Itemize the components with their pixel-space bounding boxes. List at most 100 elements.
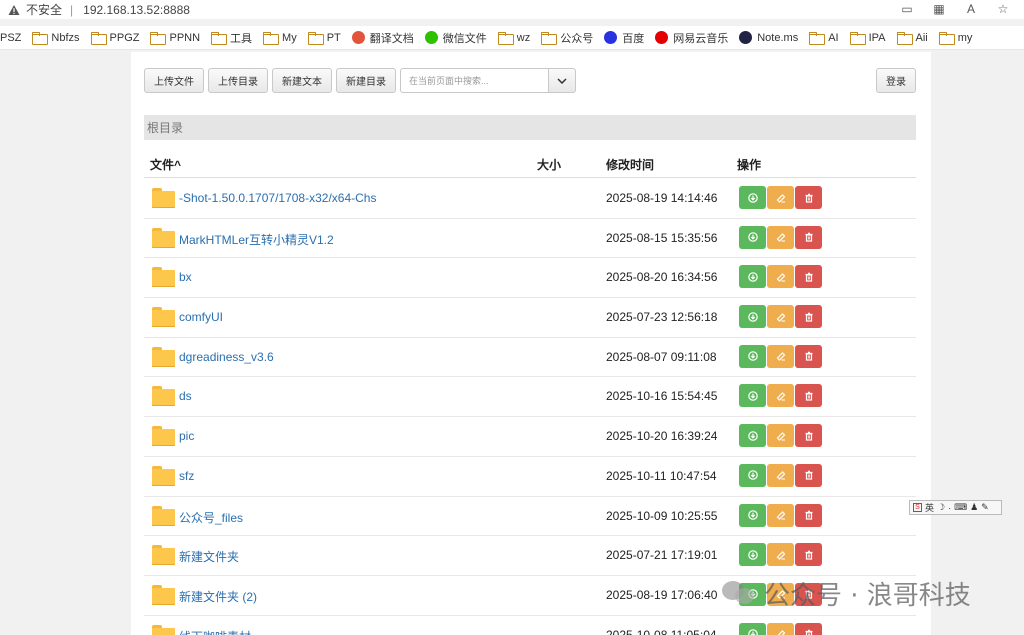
bookmark-item[interactable]: Aii (896, 32, 928, 45)
bookmark-item[interactable]: 微信文件 (424, 30, 487, 46)
folder-icon[interactable] (152, 505, 175, 526)
file-column-header[interactable]: 文件^ (150, 156, 181, 173)
search-input[interactable]: 在当前页面中搜索... (400, 68, 548, 93)
rename-button[interactable] (767, 384, 794, 408)
download-button[interactable] (739, 225, 766, 249)
bookmark-item[interactable]: PPNN (150, 32, 200, 45)
url-text[interactable]: 192.168.13.52:8888 (83, 3, 190, 17)
delete-button[interactable] (795, 384, 822, 408)
rename-button[interactable] (767, 424, 794, 448)
delete-button[interactable] (795, 265, 822, 289)
address-bar[interactable]: 不安全 | 192.168.13.52:8888 ▭ ▦ A ☆ (0, 0, 1024, 19)
search-dropdown-button[interactable] (548, 68, 576, 93)
folder-name-link[interactable]: 公众号_files (179, 509, 243, 526)
folder-name-link[interactable]: 新建文件夹 (2) (179, 588, 257, 605)
folder-name-link[interactable]: MarkHTMLer互转小精灵V1.2 (179, 231, 334, 248)
modified-column-header[interactable]: 修改时间 (606, 156, 654, 173)
folder-icon[interactable] (152, 267, 175, 288)
insecure-label[interactable]: 不安全 (26, 1, 62, 18)
new-text-button[interactable]: 新建文本 (272, 68, 332, 93)
rename-button[interactable] (767, 344, 794, 368)
download-button[interactable] (739, 305, 766, 329)
folder-icon[interactable] (152, 346, 175, 367)
folder-icon[interactable] (152, 307, 175, 328)
delete-button[interactable] (795, 543, 822, 567)
download-button[interactable] (739, 384, 766, 408)
download-button[interactable] (739, 424, 766, 448)
punctuation-icon[interactable]: · (948, 503, 951, 513)
bookmark-item[interactable]: 工具 (211, 30, 252, 46)
warning-icon[interactable] (8, 4, 20, 16)
bookmark-item[interactable]: AI (809, 32, 839, 45)
favorite-star-icon[interactable]: ☆ (996, 2, 1010, 16)
bookmark-item[interactable]: PT (307, 32, 341, 45)
folder-name-link[interactable]: comfyUI (179, 310, 223, 324)
rename-button[interactable] (767, 503, 794, 527)
ime-language-label[interactable]: 英 (925, 501, 934, 514)
wrench-icon[interactable]: ✎ (981, 502, 989, 513)
download-button[interactable] (739, 344, 766, 368)
delete-button[interactable] (795, 503, 822, 527)
bookmark-item[interactable]: 百度 (604, 30, 644, 46)
download-button[interactable] (739, 622, 766, 635)
breadcrumb[interactable]: 根目录 (144, 115, 916, 140)
folder-icon[interactable] (152, 584, 175, 605)
bookmark-item[interactable]: My (263, 32, 297, 45)
bookmark-item[interactable]: wz (497, 32, 530, 45)
delete-button[interactable] (795, 424, 822, 448)
rename-button[interactable] (767, 225, 794, 249)
folder-name-link[interactable]: dgreadiness_v3.6 (179, 350, 274, 364)
folder-icon[interactable] (152, 386, 175, 407)
rename-button[interactable] (767, 622, 794, 635)
folder-name-link[interactable]: sfz (179, 469, 194, 483)
rename-button[interactable] (767, 463, 794, 487)
bookmark-item[interactable]: my (938, 32, 972, 45)
delete-button[interactable] (795, 186, 822, 209)
size-column-header[interactable]: 大小 (537, 156, 561, 173)
apps-grid-icon[interactable]: ▦ (932, 2, 946, 16)
download-button[interactable] (739, 463, 766, 487)
rename-button[interactable] (767, 305, 794, 329)
download-button[interactable] (739, 543, 766, 567)
delete-button[interactable] (795, 225, 822, 249)
folder-name-link[interactable]: bx (179, 270, 192, 284)
user-icon[interactable]: ♟ (970, 502, 978, 513)
reader-mode-icon[interactable]: ▭ (900, 2, 914, 16)
delete-button[interactable] (795, 622, 822, 635)
delete-button[interactable] (795, 344, 822, 368)
bookmark-item[interactable]: 公众号 (541, 30, 593, 46)
rename-button[interactable] (767, 543, 794, 567)
delete-button[interactable] (795, 305, 822, 329)
folder-name-link[interactable]: pic (179, 429, 194, 443)
upload-file-button[interactable]: 上传文件 (144, 68, 204, 93)
bookmark-item[interactable]: PPGZ (90, 32, 139, 45)
rename-button[interactable] (767, 186, 794, 209)
folder-name-link[interactable]: 线下咖啡素材 (179, 628, 251, 635)
folder-icon[interactable] (152, 624, 175, 635)
delete-button[interactable] (795, 463, 822, 487)
folder-name-link[interactable]: 新建文件夹 (179, 548, 239, 565)
bookmark-item[interactable]: Nbfzs (32, 32, 80, 45)
download-button[interactable] (739, 265, 766, 289)
folder-icon[interactable] (152, 465, 175, 486)
folder-icon[interactable] (152, 426, 175, 447)
keyboard-icon[interactable]: ⌨ (954, 502, 967, 513)
download-button[interactable] (739, 186, 766, 209)
download-button[interactable] (739, 503, 766, 527)
moon-icon[interactable]: ☽ (937, 502, 945, 513)
folder-icon[interactable] (152, 545, 175, 566)
new-directory-button[interactable]: 新建目录 (336, 68, 396, 93)
bookmark-item[interactable]: 网易云音乐 (655, 30, 728, 46)
bookmark-item[interactable]: IPA (849, 32, 886, 45)
rename-button[interactable] (767, 265, 794, 289)
ime-toolbar[interactable]: S 英 ☽ · ⌨ ♟ ✎ (909, 500, 1002, 515)
read-aloud-icon[interactable]: A (964, 2, 978, 16)
bookmark-item[interactable]: PSZ (0, 32, 21, 44)
bookmark-item[interactable]: Note.ms (739, 31, 798, 44)
bookmark-item[interactable]: 翻译文档 (351, 30, 414, 46)
folder-name-link[interactable]: -Shot-1.50.0.1707/1708-x32/x64-Chs (179, 191, 376, 205)
folder-icon[interactable] (152, 227, 175, 248)
upload-directory-button[interactable]: 上传目录 (208, 68, 268, 93)
folder-icon[interactable] (152, 188, 175, 208)
folder-name-link[interactable]: ds (179, 389, 192, 403)
